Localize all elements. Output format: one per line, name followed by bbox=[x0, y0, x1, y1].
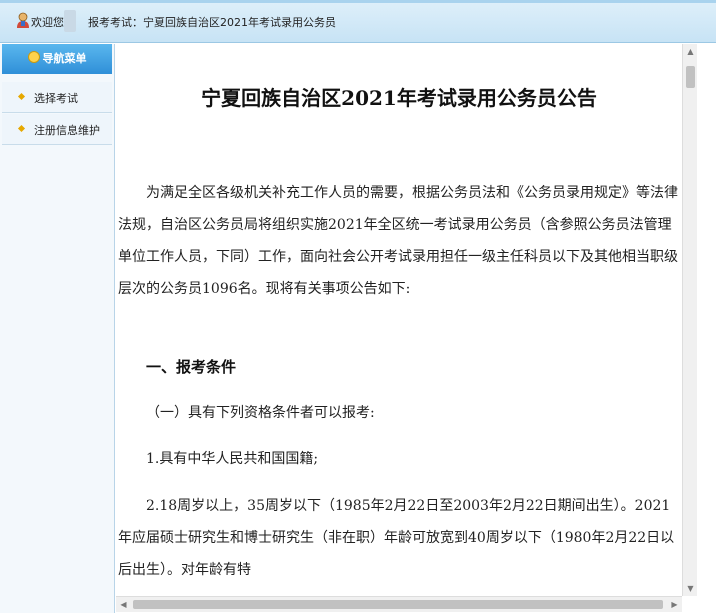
window-edge bbox=[697, 44, 716, 613]
horizontal-scrollbar[interactable]: ◀ ▶ bbox=[116, 596, 682, 612]
header-rim bbox=[0, 0, 716, 3]
page-title: 宁夏回族自治区2021年考试录用公务员公告 bbox=[201, 86, 597, 110]
announcement-content: 宁夏回族自治区2021年考试录用公务员公告 为满足全区各级机关补充工作人员的需要… bbox=[116, 44, 682, 596]
vertical-scrollbar[interactable]: ▲ ▼ bbox=[682, 44, 698, 596]
bullet-icon bbox=[17, 92, 26, 101]
sidebar-item-select-exam[interactable]: 选择考试 bbox=[2, 82, 112, 113]
horizontal-scroll-thumb[interactable] bbox=[133, 600, 663, 609]
scroll-left-icon[interactable]: ◀ bbox=[116, 597, 131, 612]
top-header: 欢迎您： 报考考试：宁夏回族自治区2021年考试录用公务员 bbox=[0, 0, 716, 43]
condition-item-2: 2.18周岁以上，35周岁以下（1985年2月22日至2003年2月22日期间出… bbox=[118, 498, 675, 578]
subsection-heading: （一）具有下列资格条件者可以报考: bbox=[146, 405, 375, 421]
username-redacted bbox=[64, 10, 76, 32]
scroll-up-icon[interactable]: ▲ bbox=[683, 44, 698, 59]
scroll-right-icon[interactable]: ▶ bbox=[667, 597, 682, 612]
section-heading: 一、报考条件 bbox=[146, 358, 237, 376]
chevron-down-icon bbox=[27, 51, 40, 63]
sidebar-item-label: 选择考试 bbox=[34, 92, 78, 105]
scroll-down-icon[interactable]: ▼ bbox=[683, 581, 698, 596]
sidebar: 导航菜单 选择考试 注册信息维护 bbox=[0, 44, 115, 613]
intro-paragraph: 为满足全区各级机关补充工作人员的需要，根据公务员法和《公务员录用规定》等法律法规… bbox=[118, 185, 678, 297]
bullet-icon bbox=[17, 124, 26, 133]
current-exam-label: 报考考试：宁夏回族自治区2021年考试录用公务员 bbox=[88, 16, 336, 29]
nav-menu-title-label: 导航菜单 bbox=[42, 52, 87, 65]
sidebar-item-registration-info[interactable]: 注册信息维护 bbox=[2, 114, 112, 145]
nav-menu-title: 导航菜单 bbox=[2, 44, 112, 74]
vertical-scroll-thumb[interactable] bbox=[686, 66, 695, 88]
condition-item-1: 1.具有中华人民共和国国籍; bbox=[146, 451, 319, 467]
user-icon bbox=[17, 12, 29, 28]
sidebar-item-label: 注册信息维护 bbox=[34, 124, 100, 137]
